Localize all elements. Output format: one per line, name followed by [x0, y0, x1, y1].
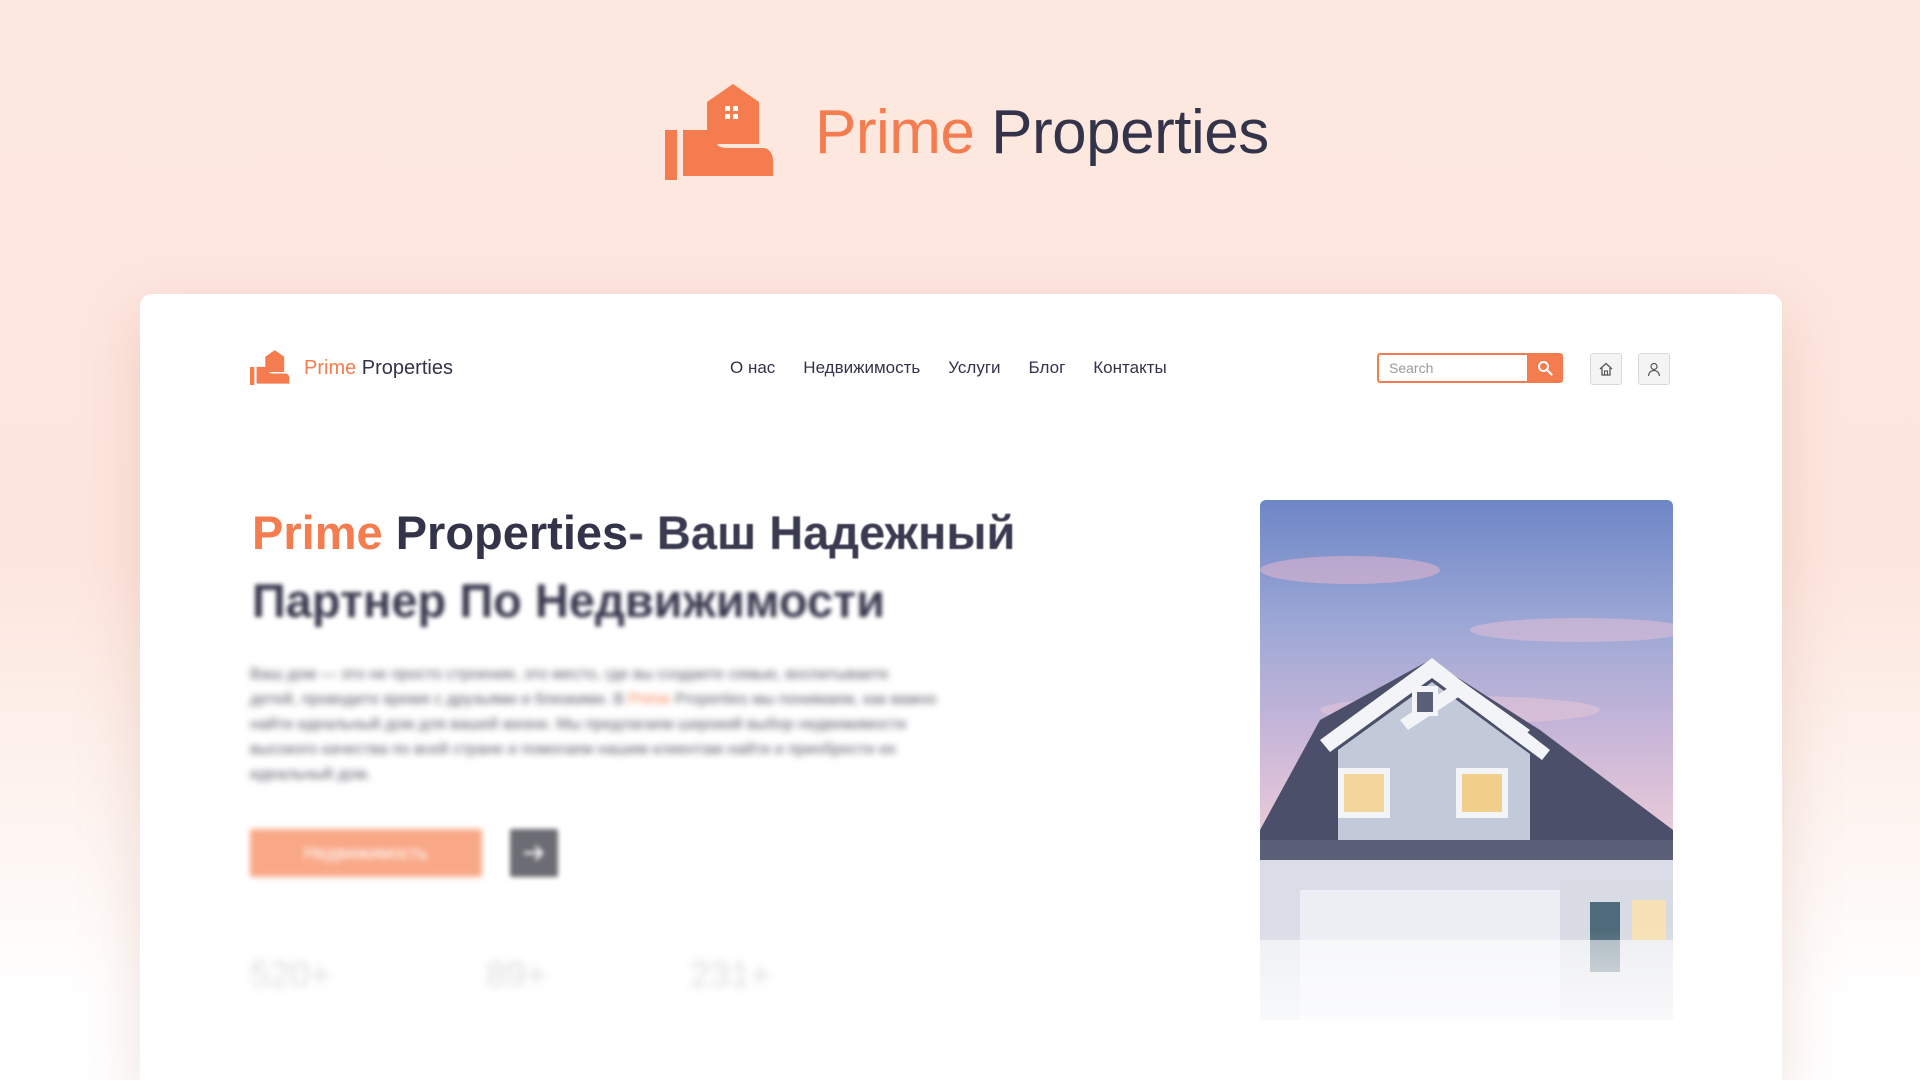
search-input[interactable] — [1377, 353, 1527, 383]
user-icon — [1647, 362, 1661, 377]
logo-house-hand-icon — [665, 84, 773, 180]
hero-title-rest: - Ваш Надежный — [628, 506, 1016, 559]
hero-paragraph: Ваш дом — это не просто строение, это ме… — [250, 662, 940, 787]
stat-value: 89+ — [486, 954, 548, 995]
search-box — [1377, 353, 1563, 383]
nav-link-services[interactable]: Услуги — [948, 358, 1000, 378]
top-navbar: Prime Properties О нас Недвижимость Услу… — [140, 294, 1782, 444]
nav-brand-wordmark: Prime Properties — [304, 357, 453, 380]
stats-row: 520+ 89+ 231+ — [250, 954, 850, 1014]
hero-brand: Prime Properties — [665, 78, 1269, 188]
house-photo — [1260, 500, 1673, 1020]
hero-title-brand: Properties — [382, 506, 629, 559]
house-illustration — [1260, 556, 1673, 1020]
home-icon — [1599, 362, 1613, 376]
nav-brand-part1: Prime — [304, 356, 357, 379]
nav-link-contacts[interactable]: Контакты — [1093, 358, 1166, 378]
arrow-right-icon — [523, 845, 544, 861]
brand-part1: Prime — [815, 98, 975, 167]
nav-link-blog[interactable]: Блог — [1029, 358, 1066, 378]
hero-paragraph-accent: Prime — [628, 691, 671, 708]
stat-value: 231+ — [690, 954, 772, 995]
brand-part2: Properties — [991, 98, 1269, 167]
search-button[interactable] — [1527, 353, 1563, 383]
nav-link-about[interactable]: О нас — [730, 358, 775, 378]
nav-links: О нас Недвижимость Услуги Блог Контакты — [730, 358, 1167, 378]
nav-link-properties[interactable]: Недвижимость — [803, 358, 920, 378]
brand-wordmark: Prime Properties — [815, 102, 1269, 164]
logo-house-hand-icon — [250, 350, 290, 386]
website-preview-card: Prime Properties О нас Недвижимость Услу… — [140, 294, 1782, 1080]
search-icon — [1538, 361, 1553, 376]
next-arrow-button[interactable] — [510, 829, 558, 877]
stat-value: 520+ — [250, 954, 332, 995]
user-button[interactable] — [1638, 353, 1670, 385]
properties-cta-button[interactable]: Недвижимость — [250, 829, 482, 877]
hero-title: Prime Properties - Ваш Надежный Партнер … — [252, 499, 1172, 635]
nav-brand-part2: Properties — [361, 356, 453, 379]
hero-title-accent: Prime — [252, 506, 383, 559]
home-button[interactable] — [1590, 353, 1622, 385]
nav-brand[interactable]: Prime Properties — [250, 348, 453, 388]
hero-title-line2: Партнер По Недвижимости — [252, 574, 886, 627]
